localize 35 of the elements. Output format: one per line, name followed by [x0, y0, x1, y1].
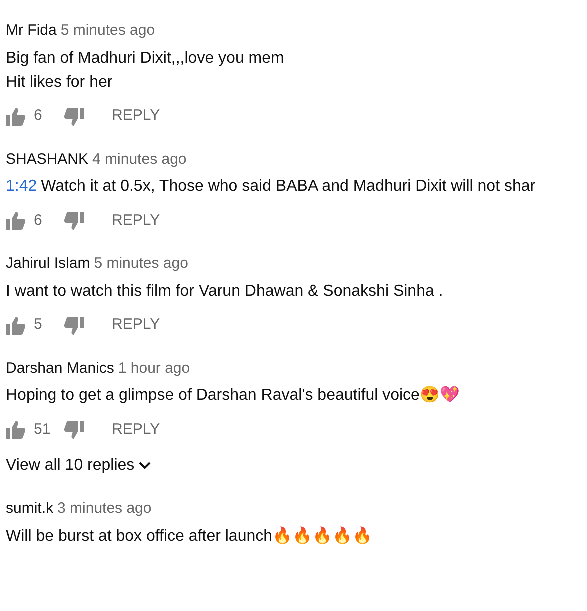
- comment-time: 5 minutes ago: [60, 21, 156, 41]
- reply-button[interactable]: REPLY: [92, 314, 160, 337]
- view-replies-button[interactable]: View all 10 replies: [6, 454, 151, 478]
- author-name[interactable]: SHASHANK: [6, 148, 89, 171]
- like-count: 5: [34, 315, 44, 336]
- comment-text: Hoping to get a glimpse of Darshan Raval's beautiful voice😍💖: [6, 385, 461, 406]
- comment-time: 5 minutes ago: [94, 254, 188, 274]
- thumbs-down-icon[interactable]: [64, 212, 84, 230]
- author-name[interactable]: Darshan Manics: [6, 358, 114, 380]
- like-count: 6: [34, 210, 44, 231]
- like-count: 51: [34, 420, 52, 440]
- comment-text: Hit likes for her: [6, 72, 114, 92]
- like-count: 6: [34, 106, 44, 126]
- author-name[interactable]: Jahirul Islam: [6, 253, 90, 276]
- comment-text: Big fan of Madhuri Dixit,,,love you mem: [6, 48, 286, 68]
- thumbs-down-icon[interactable]: [64, 316, 84, 334]
- comment-time: 3 minutes ago: [58, 499, 152, 519]
- comment-text: Watch it at 0.5x, Those who said BABA and Madhuri Dixit will not shar: [41, 177, 536, 197]
- reply-button[interactable]: REPLY: [92, 105, 160, 128]
- author-name[interactable]: Mr Fida: [6, 20, 57, 42]
- chevron-down-icon: [138, 462, 151, 470]
- thumbs-up-icon[interactable]: [6, 421, 26, 439]
- thumbs-down-icon[interactable]: [64, 421, 84, 439]
- thumbs-up-icon[interactable]: [6, 316, 26, 334]
- comment-text: I want to watch this film for Varun Dhawan & Sonakshi Sinha .: [6, 282, 444, 302]
- comment-text: Will be burst at box office after launch🔥🔥🔥🔥🔥: [6, 526, 374, 546]
- comment-time: 4 minutes ago: [92, 150, 187, 170]
- comment-time: 1 hour ago: [118, 358, 190, 378]
- author-name[interactable]: sumit.k: [6, 498, 54, 520]
- timestamp-link[interactable]: 1:42: [6, 175, 38, 199]
- thumbs-up-icon[interactable]: [6, 212, 26, 230]
- thumbs-down-icon[interactable]: [64, 108, 84, 126]
- thumbs-up-icon[interactable]: [6, 108, 26, 126]
- reply-button[interactable]: REPLY: [92, 210, 160, 232]
- reply-button[interactable]: REPLY: [92, 418, 160, 442]
